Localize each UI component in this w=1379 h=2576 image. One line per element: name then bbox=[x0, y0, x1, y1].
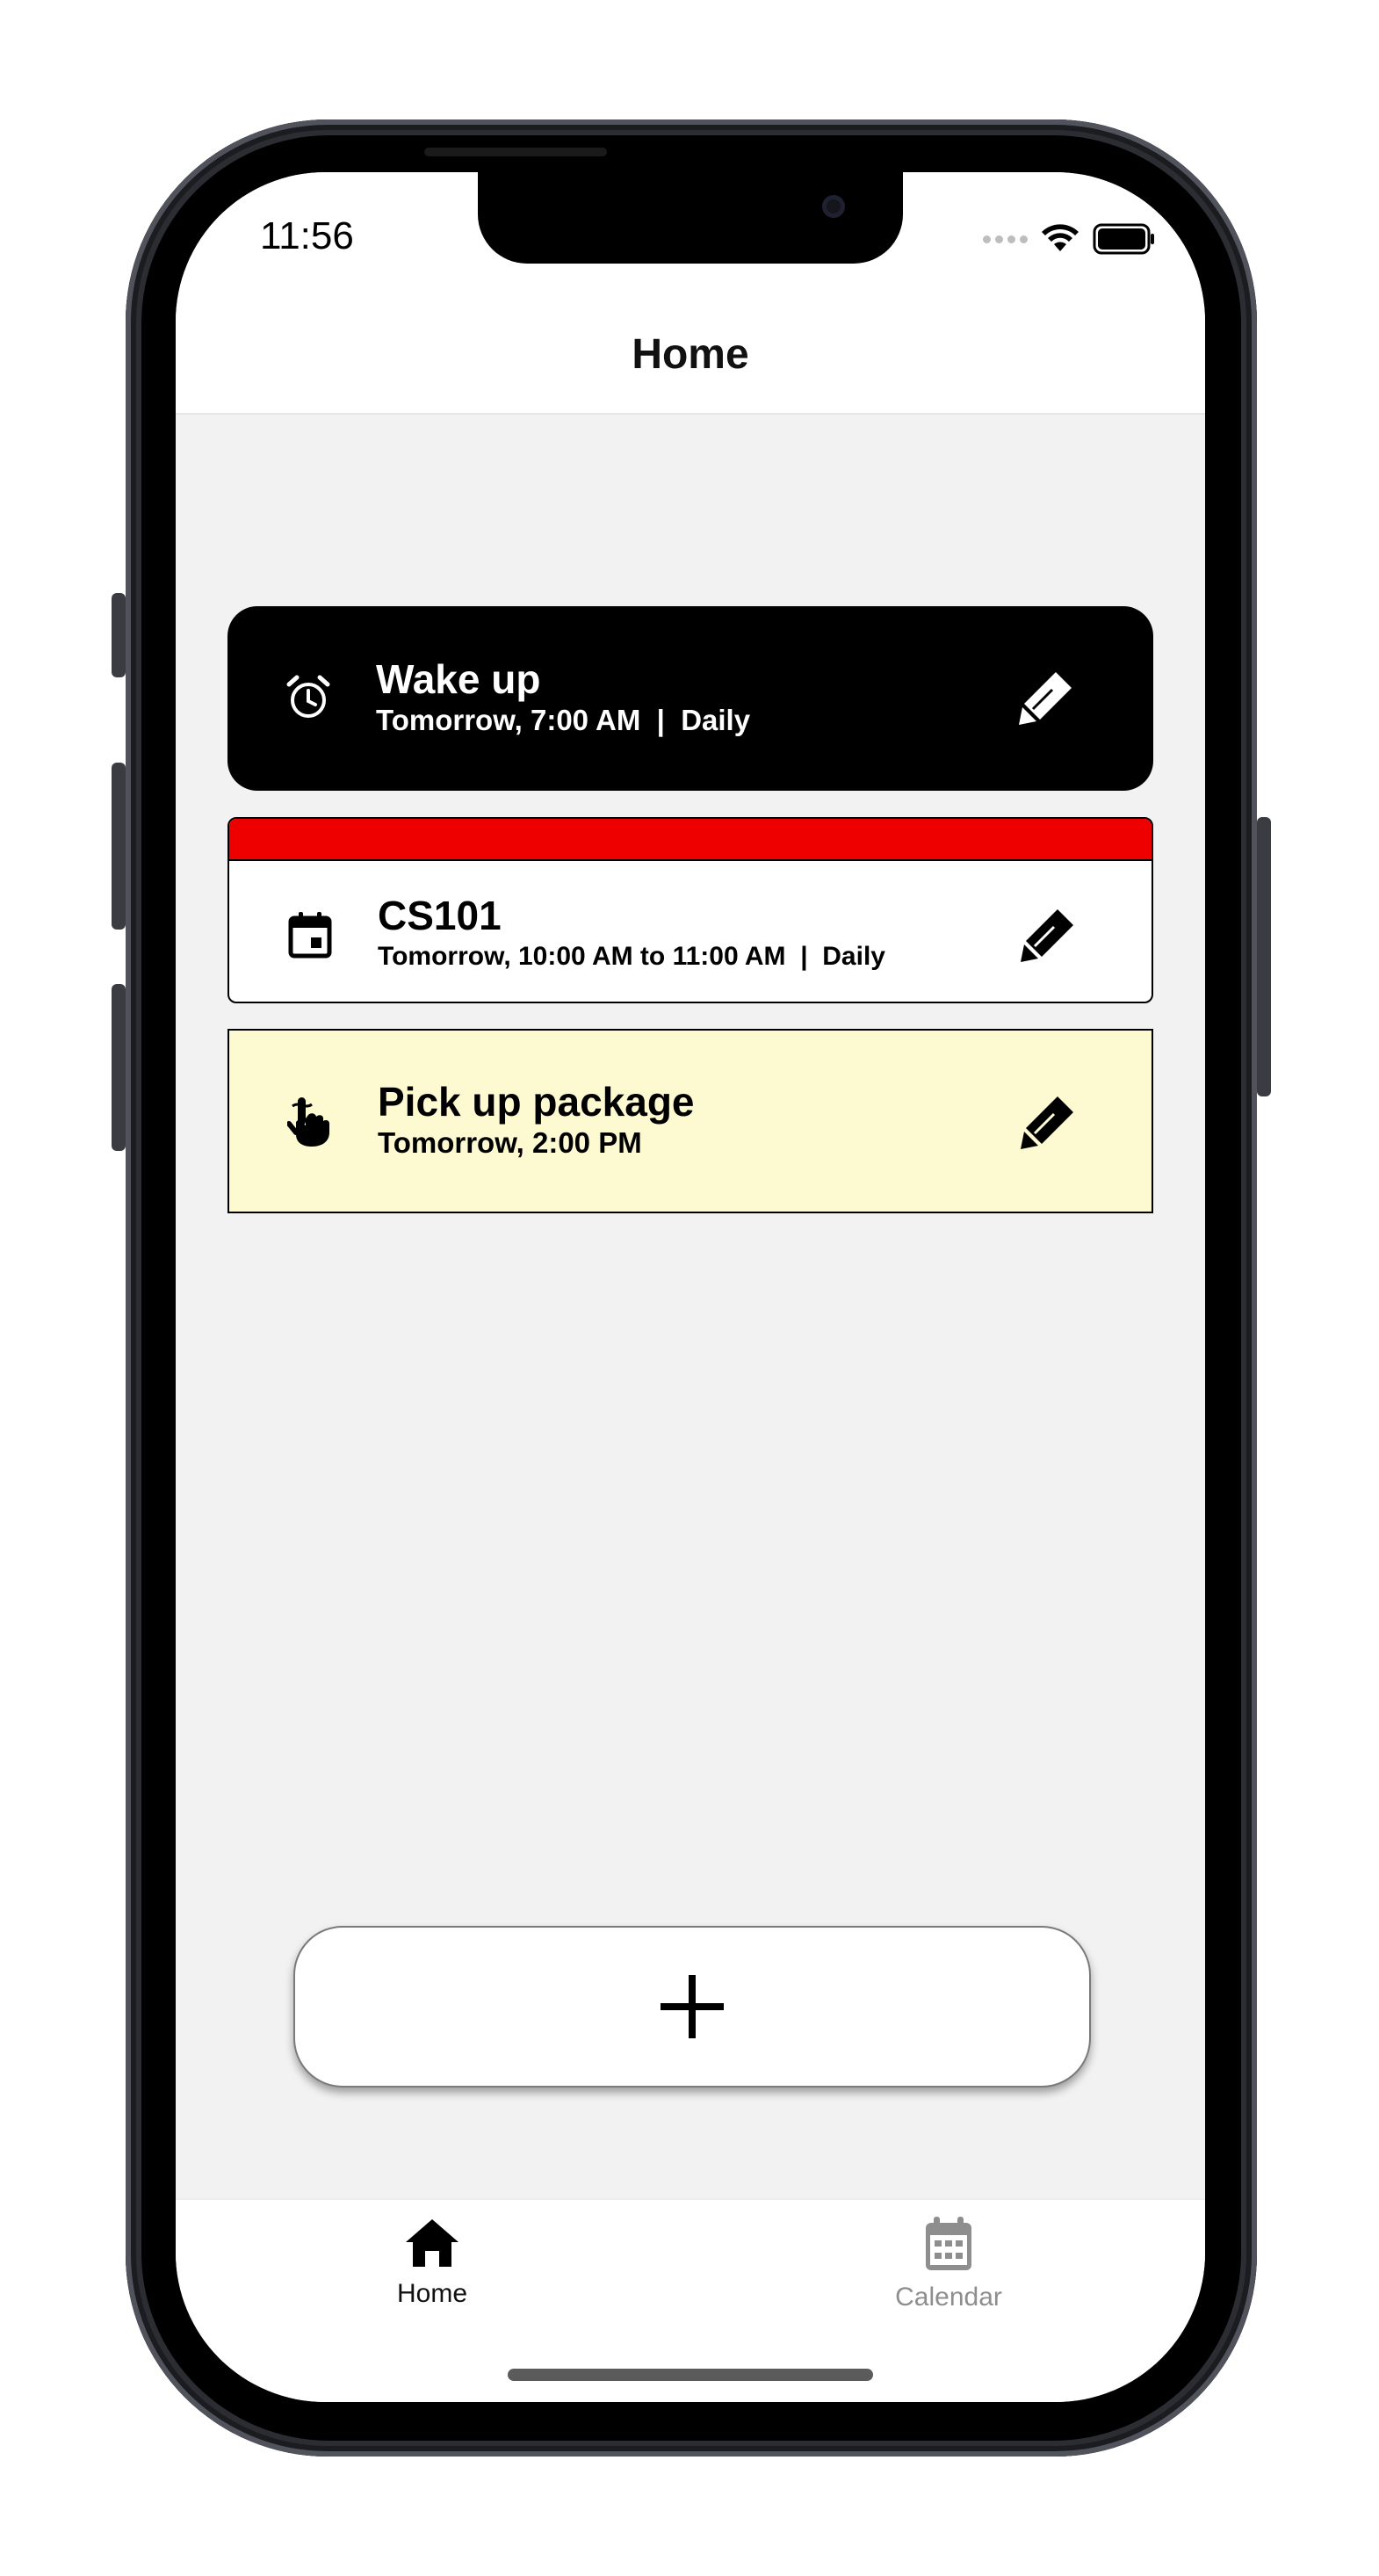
reminder-card-text: Pick up package Tomorrow, 2:00 PM bbox=[378, 1078, 695, 1161]
screen: 11:56 Home Wake up Tomorrow, 7:00 AM | D… bbox=[176, 172, 1205, 2402]
status-icons bbox=[983, 223, 1156, 255]
card-title: CS101 bbox=[378, 893, 502, 938]
tab-calendar[interactable]: Calendar bbox=[843, 2216, 1054, 2312]
card-subtitle: Tomorrow, 2:00 PM bbox=[378, 1126, 642, 1159]
event-color-strip bbox=[229, 819, 1152, 861]
alarm-clock-icon bbox=[282, 671, 335, 724]
add-item-button[interactable] bbox=[293, 1926, 1091, 2088]
silent-switch bbox=[112, 593, 126, 677]
edit-pencil-icon[interactable] bbox=[1016, 1090, 1079, 1154]
volume-down-button bbox=[112, 984, 126, 1151]
edit-pencil-icon[interactable] bbox=[1014, 666, 1078, 729]
battery-icon bbox=[1093, 223, 1154, 255]
event-card-text: CS101 Tomorrow, 10:00 AM to 11:00 AM | D… bbox=[378, 892, 885, 974]
tab-home[interactable]: Home bbox=[327, 2216, 538, 2309]
card-title: Pick up package bbox=[378, 1079, 695, 1125]
home-icon bbox=[406, 2219, 458, 2267]
event-card-cs101[interactable]: CS101 Tomorrow, 10:00 AM to 11:00 AM | D… bbox=[227, 817, 1153, 1003]
nav-header: Home bbox=[176, 295, 1205, 415]
card-subtitle: Tomorrow, 7:00 AM | Daily bbox=[376, 704, 751, 736]
tab-label: Home bbox=[396, 2279, 468, 2308]
page-title: Home bbox=[632, 330, 749, 378]
earpiece-speaker bbox=[424, 148, 607, 156]
edit-pencil-icon[interactable] bbox=[1016, 903, 1079, 966]
alarm-card-wake-up[interactable]: Wake up Tomorrow, 7:00 AM | Daily bbox=[227, 606, 1153, 791]
home-indicator[interactable] bbox=[508, 2369, 873, 2381]
reminder-card-pick-up-package[interactable]: Pick up package Tomorrow, 2:00 PM bbox=[227, 1029, 1153, 1213]
tab-label: Calendar bbox=[895, 2283, 1002, 2312]
plus-icon bbox=[661, 1975, 724, 2038]
notch bbox=[478, 172, 903, 264]
front-camera bbox=[822, 195, 845, 218]
power-button bbox=[1257, 817, 1271, 1096]
card-title: Wake up bbox=[376, 656, 541, 702]
volume-up-button bbox=[112, 763, 126, 930]
card-subtitle: Tomorrow, 10:00 AM to 11:00 AM | Daily bbox=[378, 942, 885, 971]
finger-string-icon bbox=[284, 1096, 336, 1148]
cellular-signal-icon bbox=[983, 235, 1028, 243]
wifi-icon bbox=[1042, 224, 1079, 251]
status-time: 11:56 bbox=[260, 214, 354, 257]
alarm-card-text: Wake up Tomorrow, 7:00 AM | Daily bbox=[376, 655, 750, 738]
calendar-grid-icon bbox=[926, 2217, 971, 2270]
calendar-icon bbox=[284, 908, 336, 961]
